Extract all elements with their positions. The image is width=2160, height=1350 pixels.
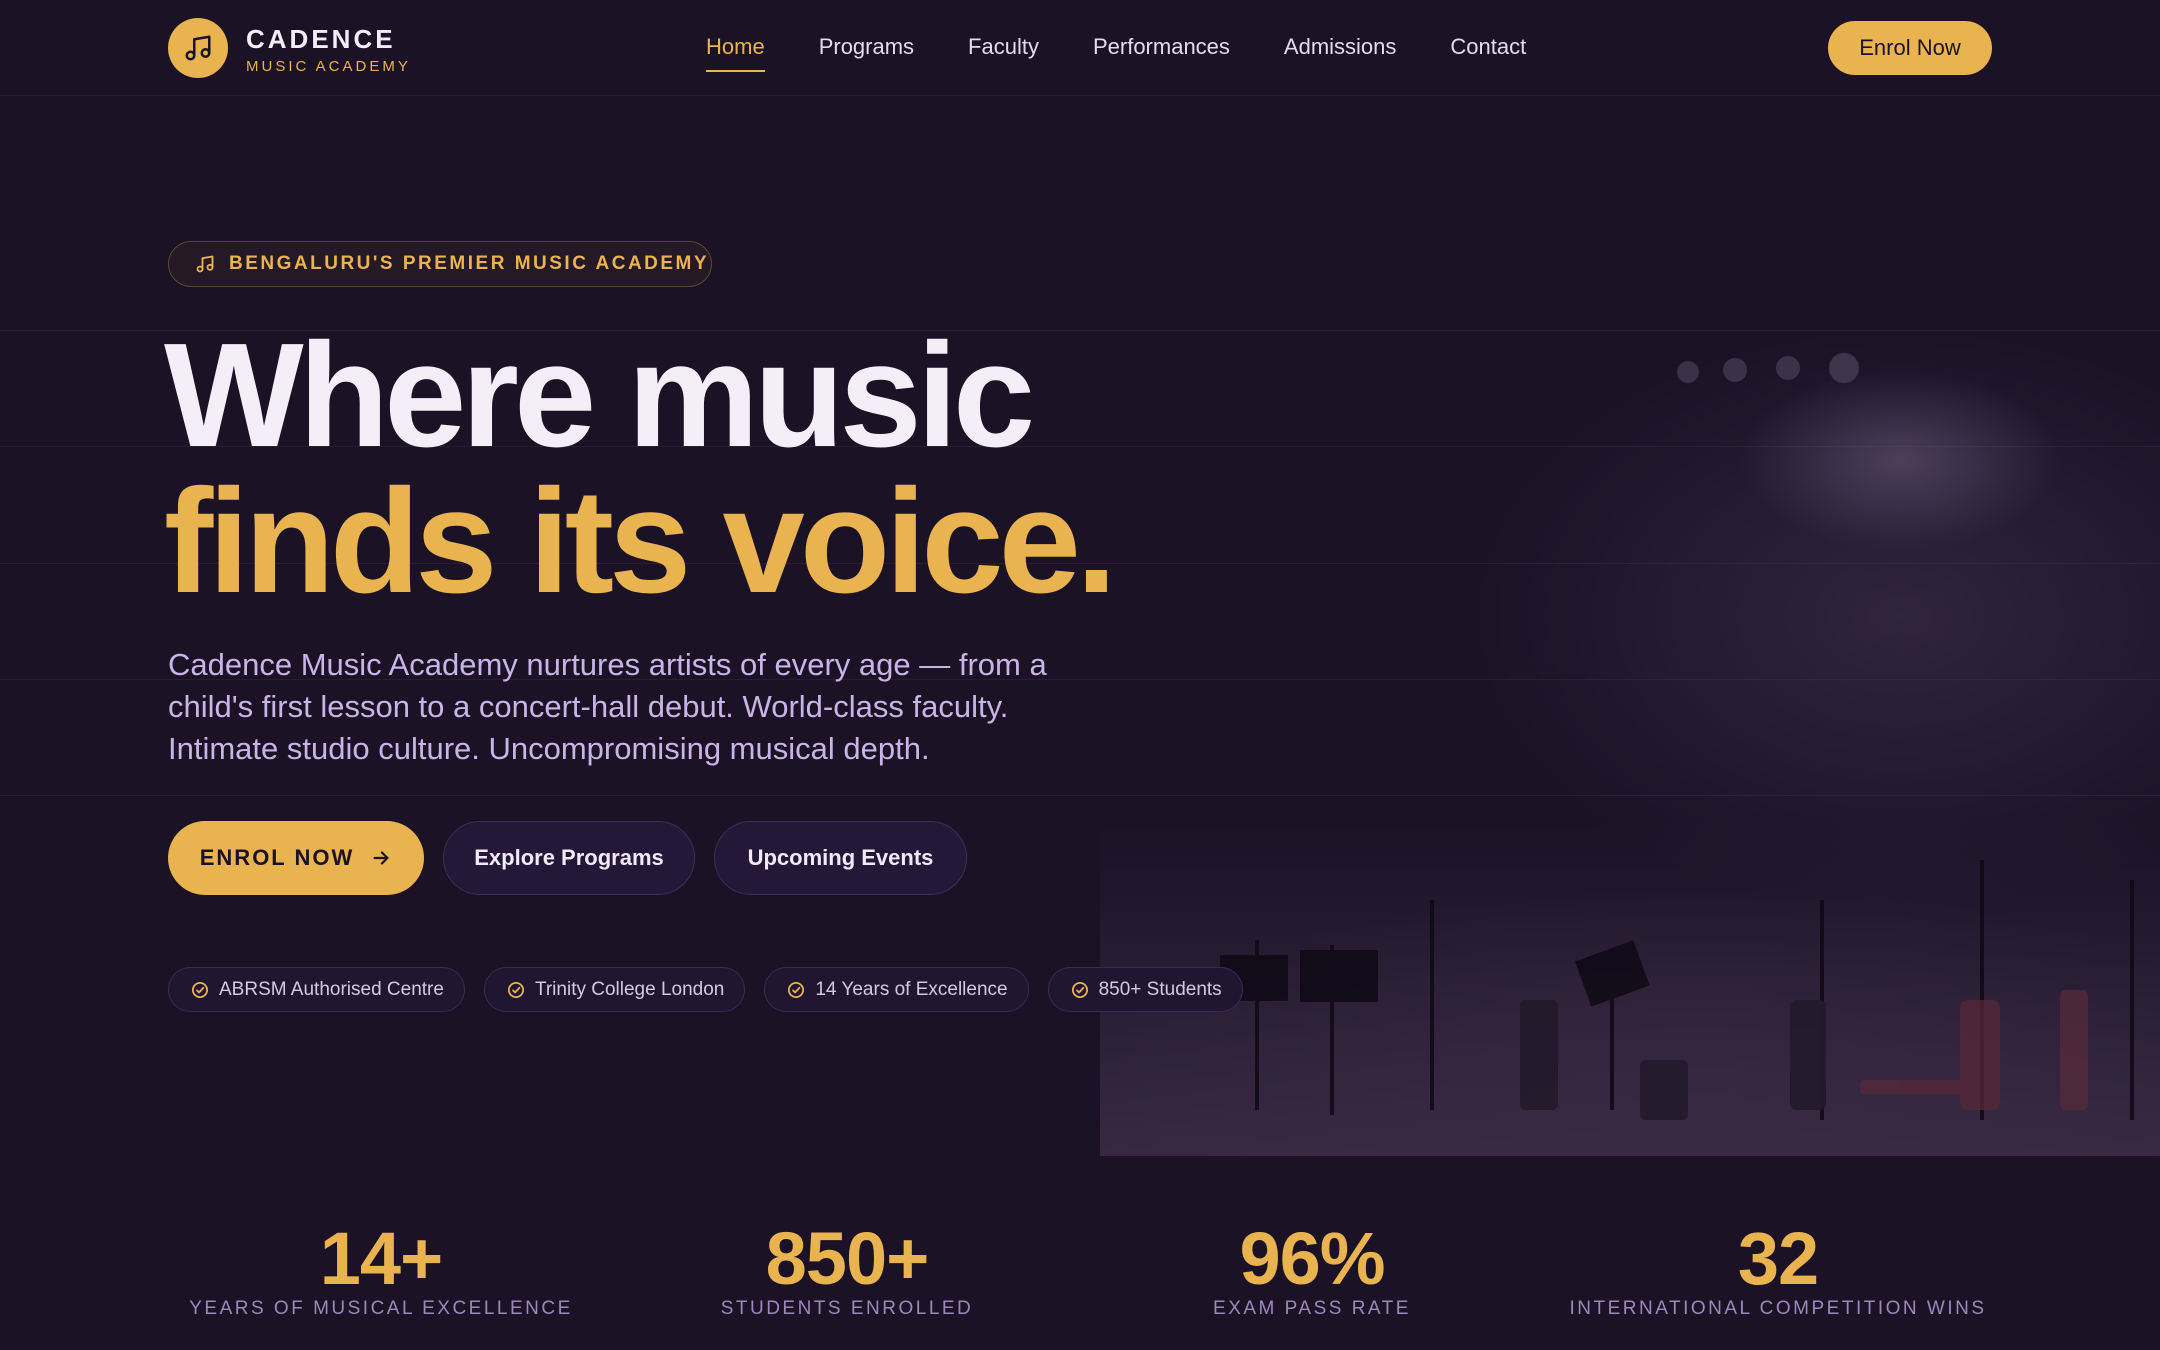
brand-title[interactable]: CADENCE: [246, 24, 396, 55]
upcoming-events-button[interactable]: Upcoming Events: [714, 821, 967, 895]
stat-label: YEARS OF MUSICAL EXCELLENCE: [189, 1298, 573, 1319]
stat-label: INTERNATIONAL COMPETITION WINS: [1569, 1298, 1987, 1319]
hero-headline-line-1: Where music: [164, 313, 1035, 478]
nav-link-faculty[interactable]: Faculty: [968, 34, 1039, 72]
main-nav: Home Programs Faculty Performances Admis…: [706, 34, 1526, 72]
enrol-now-nav-button[interactable]: Enrol Now: [1828, 21, 1992, 75]
check-circle-icon: [1071, 981, 1088, 998]
check-circle-icon: [191, 981, 209, 998]
hero-description: Cadence Music Academy nurtures artists o…: [168, 647, 1047, 766]
chip-label: Trinity College London: [534, 978, 725, 1000]
nav-link-admissions[interactable]: Admissions: [1284, 34, 1396, 72]
nav-link-home[interactable]: Home: [706, 34, 765, 72]
check-circle-icon: [507, 981, 524, 998]
check-circle-icon: [788, 981, 805, 998]
chip-trinity: Trinity College London: [483, 967, 746, 1012]
music-note-icon: [196, 255, 214, 273]
chip-label: ABRSM Authorised Centre: [219, 978, 444, 1000]
enrol-now-label: ENROL NOW: [199, 845, 355, 870]
enrol-now-button[interactable]: ENROL NOW: [168, 821, 424, 895]
stat-value: 850+: [765, 1217, 930, 1300]
brand-subtitle: MUSIC ACADEMY: [246, 58, 411, 75]
nav-link-contact[interactable]: Contact: [1450, 34, 1526, 72]
site-header: CADENCE MUSIC ACADEMY Home Programs Facu…: [0, 0, 2160, 96]
stat-value: 14+: [319, 1217, 444, 1300]
chip-abrsm: ABRSM Authorised Centre: [168, 967, 465, 1012]
logo[interactable]: [168, 18, 228, 78]
hero-headline-line-2: finds its voice.: [164, 459, 1117, 624]
stat-label: EXAM PASS RATE: [1213, 1298, 1411, 1319]
chip-years: 14 Years of Excellence: [764, 967, 1029, 1012]
accreditation-chips: ABRSM Authorised Centre Trinity College …: [168, 967, 1243, 1012]
academy-badge: BENGALURU'S PREMIER MUSIC ACADEMY: [168, 241, 712, 287]
chip-label: 14 Years of Excellence: [815, 978, 1008, 1000]
chip-label: 850+ Students: [1098, 978, 1222, 1000]
explore-programs-button[interactable]: Explore Programs: [443, 821, 695, 895]
stat-label: STUDENTS ENROLLED: [720, 1298, 974, 1319]
chip-students: 850+ Students: [1047, 967, 1243, 1012]
stats-section: 14+ YEARS OF MUSICAL EXCELLENCE 850+ STU…: [0, 1156, 2160, 1350]
music-note-icon: [185, 35, 211, 61]
arrow-right-icon: [373, 851, 389, 865]
badge-label: BENGALURU'S PREMIER MUSIC ACADEMY: [229, 253, 710, 274]
nav-link-programs[interactable]: Programs: [819, 34, 914, 72]
concert-stage-image: [1100, 353, 2160, 1160]
nav-link-performances[interactable]: Performances: [1093, 34, 1230, 72]
stat-value: 32: [1737, 1217, 1819, 1300]
stat-value: 96%: [1239, 1217, 1385, 1300]
